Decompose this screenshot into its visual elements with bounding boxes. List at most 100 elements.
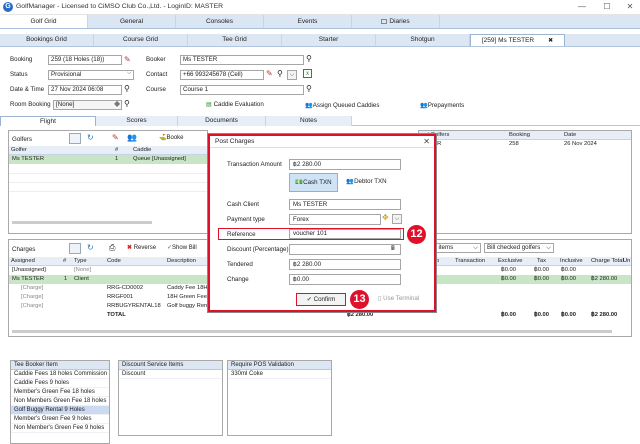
charges-refresh-icon[interactable]: ↻ [87,243,94,252]
table-row[interactable]: ESTER 258 26 Nov 2024 [419,140,631,149]
tab-documents[interactable]: Documents [178,116,266,126]
change-field[interactable]: ฿0.00 [289,274,401,285]
charge-description: 18H Green Fee [167,294,207,300]
golfers-people-icon[interactable]: 👥 [127,133,137,142]
booking-field[interactable]: 259 (18 Holes (18)) [48,55,122,65]
debtor-txn-button[interactable]: 👥Debtor TXN [341,173,392,192]
list-item[interactable]: Member's Green Fee 18 holes [11,388,109,397]
charge-assigned: [Charge] [21,303,44,309]
charges-title: Charges [12,246,36,253]
contact-field[interactable]: +66 993245678 (Cell) [180,70,264,80]
tab-shotgun[interactable]: Shotgun [376,34,470,46]
total-inclusive: ฿0.00 [561,312,576,318]
contact-edit-icon[interactable]: ✎ [266,69,273,78]
payment-refresh-icon[interactable]: ✥ [382,213,389,222]
room-search-icon[interactable]: ⚲ [124,99,130,108]
transaction-amount-field[interactable]: ฿2 280.00 [289,159,401,170]
confirm-button[interactable]: ✔ Confirm [296,293,346,306]
booker-label: Booker [146,56,166,63]
charges-scrollbar[interactable] [12,330,612,333]
payment-type-dropdown-icon[interactable]: ⌵ [392,214,402,224]
list-item[interactable]: Non Members Green Fee 18 holes [11,397,109,406]
datetime-search-icon[interactable]: ⚲ [124,84,130,93]
tab-booking-259[interactable]: [259] Ms TESTER ✖ [470,34,565,46]
reverse-button[interactable]: ✖ Reverse [127,243,156,253]
discount-service-list: Discount Service Items Discount [118,360,223,436]
cash-client-field[interactable]: Ms TESTER [289,199,401,210]
dialog-close-button[interactable]: ✕ [423,137,430,146]
golfers-filter-select[interactable]: Bill checked golfers ⌵ [484,243,554,253]
close-button[interactable]: ✕ [620,2,640,12]
golfers-doc-icon[interactable] [69,133,81,144]
tab-course-grid[interactable]: Course Grid [94,34,188,46]
booker-search-icon[interactable]: ⚲ [306,54,312,63]
col-type: Type [74,258,87,264]
charges-doc-icon[interactable] [69,243,81,254]
use-terminal-button[interactable]: ▯ Use Terminal [378,295,419,302]
check-icon: ✔ [306,296,312,303]
tab-diaries[interactable]: Diaries [352,15,440,28]
course-search-icon[interactable]: ⚲ [306,84,312,93]
tee-booker-header: Tee Booker Item [11,361,109,370]
tab-consoles[interactable]: Consoles [176,15,264,28]
calculator-icon[interactable]: 🖩 [391,244,395,254]
people-icon: 👥 [305,102,313,109]
payment-type-select[interactable]: Forex [289,214,381,225]
datetime-field[interactable]: 27 Nov 2024 06:08 [48,85,122,95]
tab-notes[interactable]: Notes [266,116,352,126]
status-select[interactable]: Provisional [48,70,134,80]
recent-golfers-panel: ent Golfers Booking Date ESTER 258 26 No… [418,130,632,234]
contact-search-icon[interactable]: ⚲ [277,69,283,78]
tab-starter[interactable]: Starter [282,34,376,46]
golfers-grid-header: Golfer # Caddie [9,146,207,155]
golfers-refresh-icon[interactable]: ↻ [87,133,94,142]
discount-field[interactable] [289,244,401,255]
excel-icon[interactable]: x [303,69,312,78]
recent-date: 26 Nov 2024 [564,141,597,147]
tab-scores[interactable]: Scores [96,116,178,126]
chart-icon: ▤ [206,101,212,108]
booker-field[interactable]: Ms TESTER [180,55,304,65]
eraser-icon[interactable]: ◆ [114,99,120,108]
tendered-field[interactable]: ฿2 280.00 [289,259,401,270]
tab-golf-grid[interactable]: Golf Grid [0,15,88,28]
golfers-edit-icon[interactable]: ✎ [112,133,119,142]
col-num: # [115,147,119,153]
maximize-button[interactable]: ☐ [597,2,617,12]
tab-events[interactable]: Events [264,15,352,28]
list-item[interactable]: Caddie Fees 18 holes Commission [11,370,109,379]
tab-general[interactable]: General [88,15,176,28]
list-item[interactable]: 330ml Coke [228,370,331,379]
total-charge: ฿2 280.00 [591,312,618,318]
items-filter-select[interactable]: ll items ⌵ [431,243,481,253]
charge-assigned: Ms TESTER [12,276,45,282]
list-item[interactable]: Discount [119,370,222,379]
prepayments-button[interactable]: 👥Prepayments [420,101,464,109]
table-row[interactable]: Ms TESTER 1 Queue [Unassigned] [9,155,207,164]
print-icon[interactable]: ⎙ [109,243,115,253]
list-item[interactable]: Non Member's Green Fee 9 holes [11,424,109,433]
tab-bookings-grid[interactable]: Bookings Grid [0,34,94,46]
list-item[interactable]: Golf Buggy Rental 9 Holes [11,406,109,415]
room-booking-field[interactable]: [None] [53,100,122,110]
caddie-evaluation-button[interactable]: ▤ Caddie Evaluation [206,101,264,108]
datetime-label: Date & Time [10,86,45,93]
close-tab-icon[interactable]: ✖ [548,38,553,44]
contact-dropdown-icon[interactable]: ⌵ [287,70,297,80]
golfers-book-button[interactable]: ⛳Booke [159,133,184,143]
tab-flight[interactable]: Flight [0,116,96,126]
col-date: Date [564,132,577,138]
col-golfer: Golfer [11,147,27,153]
edit-pencil-icon[interactable]: ✎ [124,55,134,65]
golfers-scrollbar[interactable] [12,221,152,224]
reference-field[interactable]: voucher 101 [289,229,401,239]
pos-validation-header: Require POS Validation [228,361,331,370]
assign-queued-caddies-button[interactable]: 👥Assign Queued Caddies [305,101,379,109]
cash-txn-button[interactable]: 💵Cash TXN [289,173,338,192]
list-item[interactable]: Member's Green Fee 9 holes [11,415,109,424]
minimize-button[interactable]: — [572,2,592,12]
course-field[interactable]: Course 1 [180,85,304,95]
list-item[interactable]: Caddie Fees 9 holes [11,379,109,388]
tab-tee-grid[interactable]: Tee Grid [188,34,282,46]
show-bill-button[interactable]: ✓Show Bill [167,243,197,253]
